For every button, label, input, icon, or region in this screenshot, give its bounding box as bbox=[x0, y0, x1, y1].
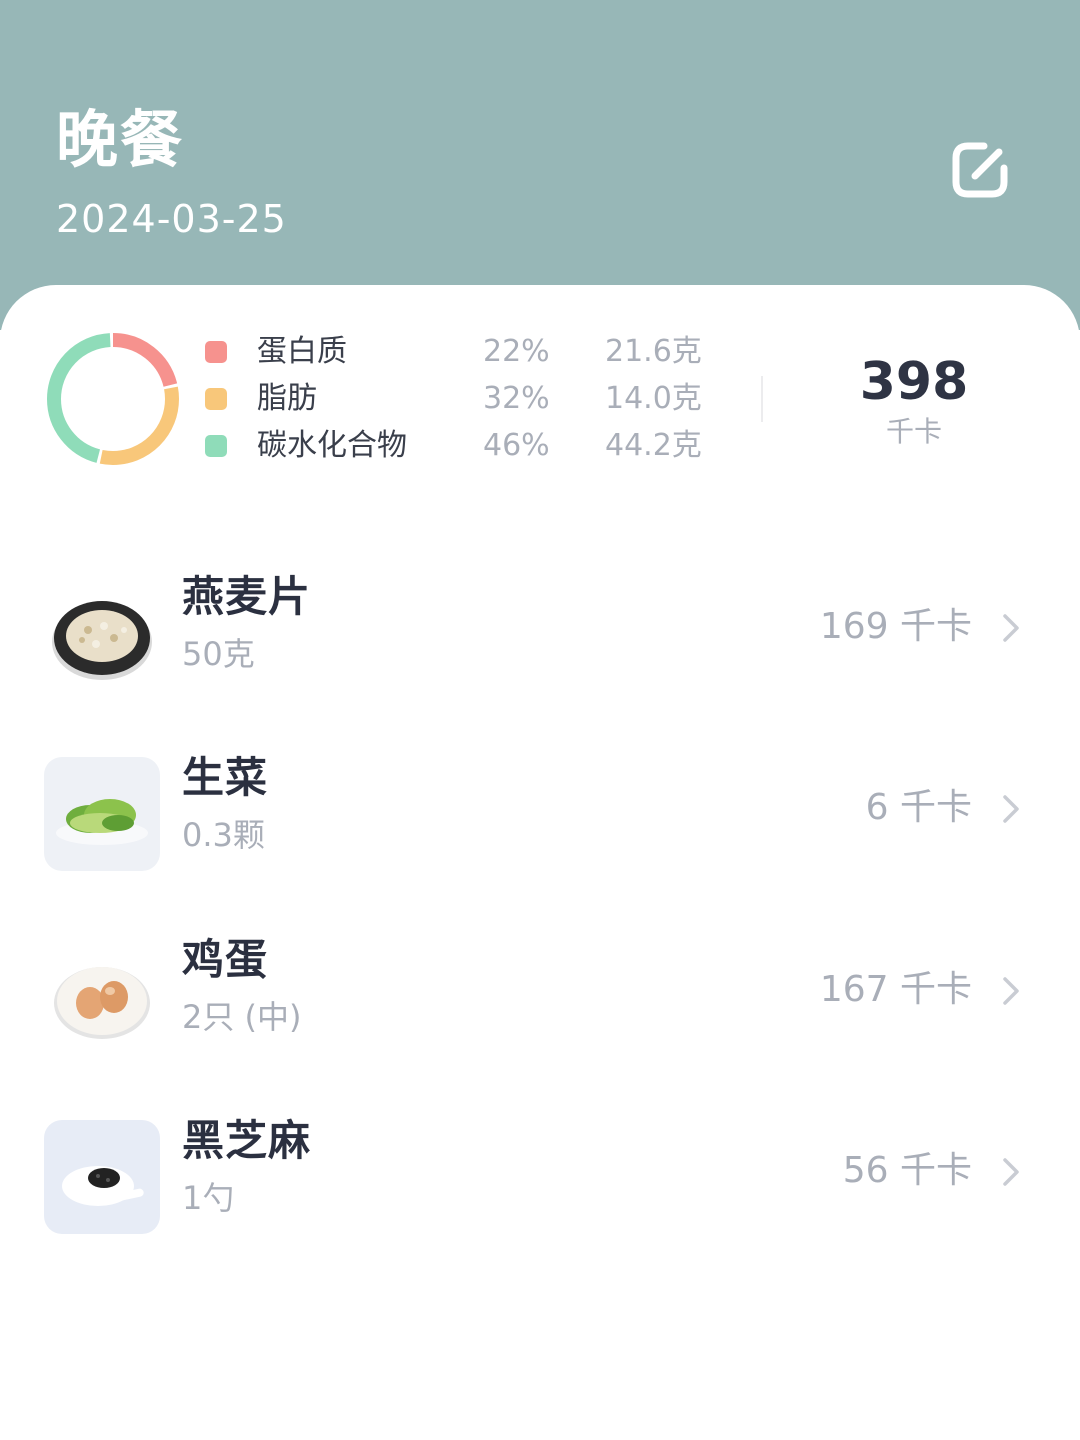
lettuce-image bbox=[44, 757, 160, 871]
total-kcal-unit: 千卡 bbox=[885, 415, 942, 448]
chevron-right-icon bbox=[1003, 977, 1019, 1005]
meal-detail-page: 晚餐 2024-03-25 蛋白质 22% 21.6克 脂肪 32% 14.0克… bbox=[0, 0, 1080, 1440]
chevron-right-icon bbox=[1003, 614, 1019, 642]
legend-row-carbs: 碳水化合物 46% 44.2克 bbox=[205, 426, 725, 466]
legend-grams: 14.0克 bbox=[605, 381, 702, 416]
edit-button[interactable] bbox=[948, 138, 1016, 202]
food-kcal: 169 千卡 bbox=[819, 606, 972, 647]
food-kcal: 56 千卡 bbox=[842, 1150, 972, 1191]
protein-dot bbox=[205, 341, 227, 363]
carbs-dot bbox=[205, 435, 227, 457]
food-name: 鸡蛋 bbox=[182, 935, 269, 984]
meal-date: 2024-03-25 bbox=[56, 197, 287, 241]
legend-percent: 22% bbox=[483, 334, 550, 369]
legend-row-fat: 脂肪 32% 14.0克 bbox=[205, 379, 725, 419]
food-name: 燕麦片 bbox=[182, 572, 312, 621]
food-row-eggs[interactable]: 鸡蛋 2只 (中) 167 千卡 bbox=[0, 925, 1080, 1065]
header: 晚餐 2024-03-25 bbox=[0, 0, 1080, 330]
legend-name: 碳水化合物 bbox=[257, 428, 407, 463]
summary-divider bbox=[761, 376, 763, 422]
macro-donut-chart bbox=[47, 333, 179, 465]
legend-name: 蛋白质 bbox=[257, 334, 347, 369]
food-amount: 1勺 bbox=[182, 1179, 235, 1217]
black-sesame-image bbox=[44, 1120, 160, 1234]
legend-percent: 32% bbox=[483, 381, 550, 416]
chevron-right-icon bbox=[1003, 1158, 1019, 1186]
legend-name: 脂肪 bbox=[257, 381, 317, 416]
legend-percent: 46% bbox=[483, 428, 550, 463]
food-kcal: 167 千卡 bbox=[819, 969, 972, 1010]
food-name: 黑芝麻 bbox=[182, 1116, 312, 1165]
food-amount: 50克 bbox=[182, 635, 255, 673]
fat-dot bbox=[205, 388, 227, 410]
legend-row-protein: 蛋白质 22% 21.6克 bbox=[205, 332, 725, 372]
legend-grams: 44.2克 bbox=[605, 428, 702, 463]
food-row-lettuce[interactable]: 生菜 0.3颗 6 千卡 bbox=[0, 743, 1080, 883]
food-row-black-sesame[interactable]: 黑芝麻 1勺 56 千卡 bbox=[0, 1106, 1080, 1246]
legend-grams: 21.6克 bbox=[605, 334, 702, 369]
meal-title: 晚餐 bbox=[56, 103, 185, 176]
food-kcal: 6 千卡 bbox=[865, 787, 972, 828]
oatmeal-image bbox=[44, 576, 160, 690]
food-name: 生菜 bbox=[182, 753, 269, 802]
chevron-right-icon bbox=[1003, 795, 1019, 823]
food-amount: 0.3颗 bbox=[182, 816, 265, 854]
eggs-image bbox=[44, 939, 160, 1053]
total-kcal: 398 bbox=[859, 352, 969, 412]
food-row-oatmeal[interactable]: 燕麦片 50克 169 千卡 bbox=[0, 562, 1080, 702]
edit-icon bbox=[952, 142, 1008, 198]
food-amount: 2只 (中) bbox=[182, 998, 302, 1036]
